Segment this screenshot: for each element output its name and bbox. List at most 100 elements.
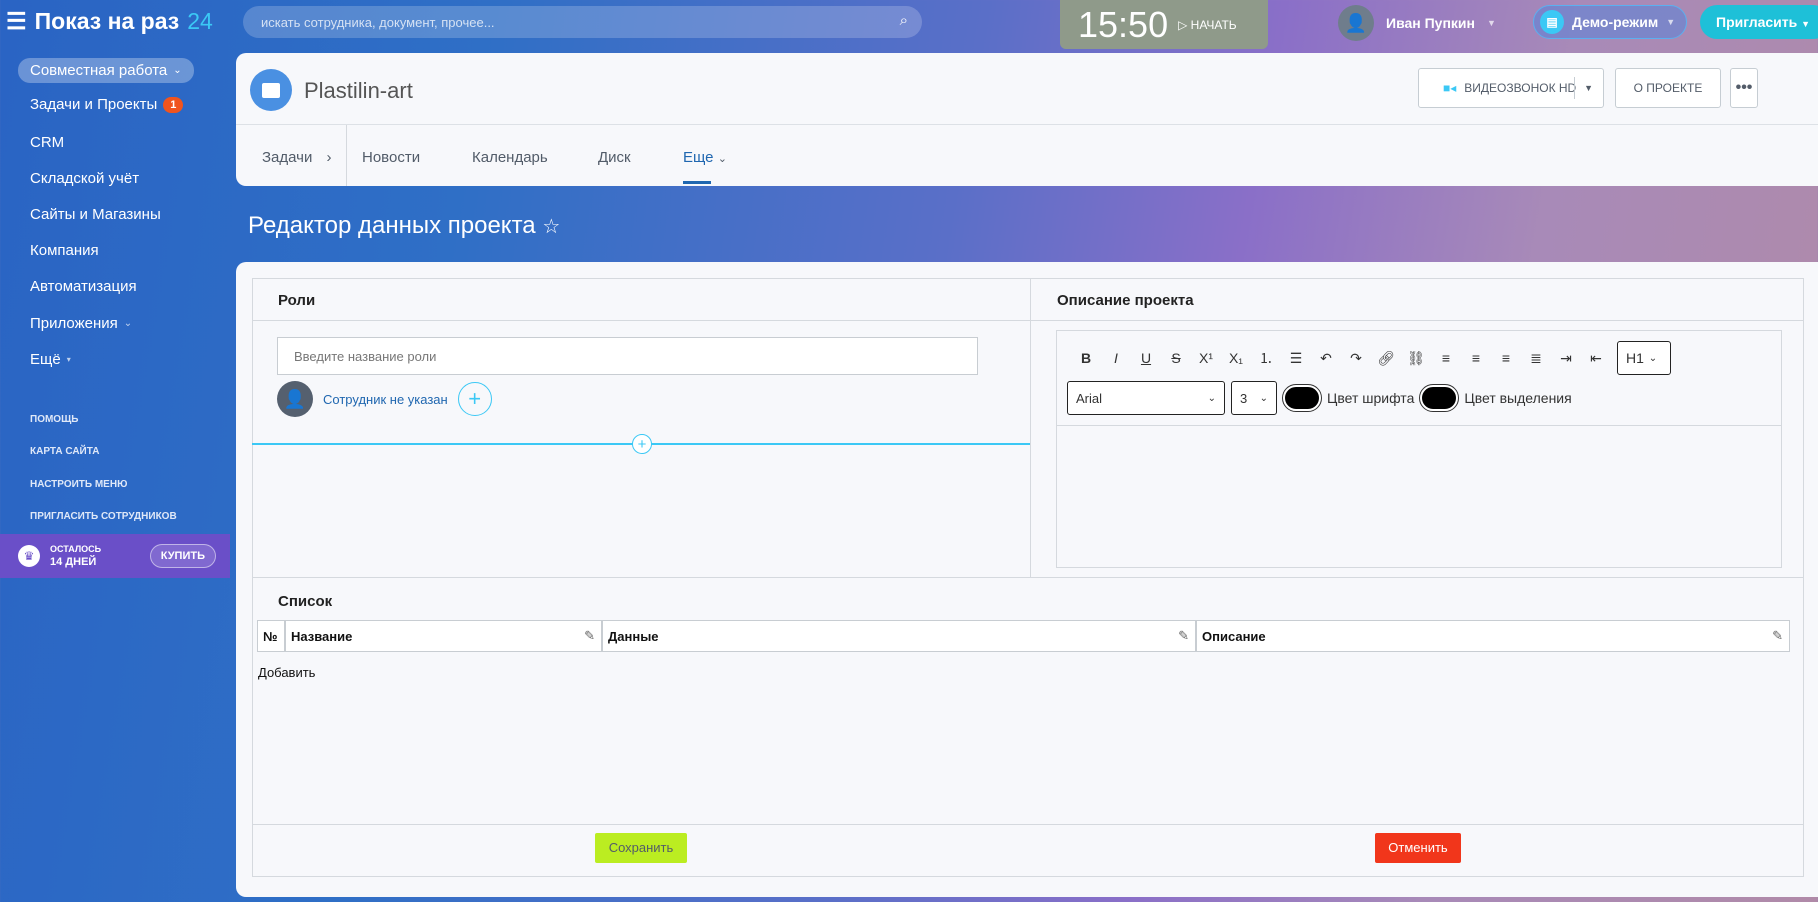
configure-menu-link[interactable]: НАСТРОИТЬ МЕНЮ [30, 479, 127, 490]
tab-tasks[interactable]: Задачи › [262, 149, 332, 166]
save-button[interactable]: Сохранить [595, 833, 687, 863]
tab-more[interactable]: Еще ⌄ [683, 149, 727, 166]
undo-icon[interactable]: ↶ [1311, 350, 1341, 367]
add-row-link[interactable]: Добавить [258, 665, 315, 680]
chevron-down-icon: ⌄ [1207, 392, 1216, 404]
size-select[interactable]: 3 ⌄ [1231, 381, 1277, 415]
strikethrough-icon[interactable]: S [1161, 350, 1191, 366]
justify-icon[interactable]: ≣ [1521, 350, 1551, 367]
demo-mode-button[interactable]: ▤ Демо-режим ▼ [1533, 5, 1687, 39]
highlight-color-label: Цвет выделения [1464, 390, 1572, 406]
sidebar-item-sites[interactable]: Сайты и Магазины [30, 206, 161, 223]
sidebar: Совместная работа ⌄ Задачи и Проекты 1 CRM… [0, 50, 230, 590]
employee-link[interactable]: Сотрудник не указан [323, 392, 448, 407]
tab-label: Задачи [262, 149, 313, 166]
highlight-color-picker[interactable] [1419, 384, 1460, 412]
person-icon: 👤 [277, 381, 313, 417]
italic-icon[interactable]: I [1101, 350, 1131, 366]
chevron-down-icon[interactable]: ▼ [1584, 83, 1593, 93]
sidebar-item-more[interactable]: Ещё ▾ [30, 351, 71, 368]
pencil-icon[interactable]: ✎ [1772, 628, 1783, 644]
unlink-icon[interactable]: ⛓︎ [1401, 350, 1431, 367]
underline-icon[interactable]: U [1131, 350, 1161, 366]
sidebar-item-label: Задачи и Проекты [30, 96, 158, 113]
search-input[interactable]: искать сотрудника, документ, прочее... ⌕ [243, 6, 922, 38]
indent-icon[interactable]: ⇥ [1551, 350, 1581, 367]
tab-calendar[interactable]: Календарь [472, 149, 548, 166]
add-role-icon[interactable]: + [632, 434, 652, 454]
unordered-list-icon[interactable]: ☰ [1281, 350, 1311, 367]
subscript-icon[interactable]: X₁ [1221, 350, 1251, 366]
user-name: Иван Пупкин [1386, 15, 1475, 31]
tab-disk[interactable]: Диск [598, 149, 631, 166]
project-header: Plastilin-art ■◂ ВИДЕОЗВОНОК HD ▼ О ПРОЕКТ… [236, 53, 1818, 186]
start-label: НАЧАТЬ [1190, 17, 1237, 32]
invite-employees-link[interactable]: ПРИГЛАСИТЬ СОТРУДНИКОВ [30, 511, 177, 522]
trial-label: ОСТАЛОСЬ [50, 544, 102, 554]
font-color-label: Цвет шрифта [1327, 390, 1415, 406]
count-badge: 1 [163, 96, 184, 113]
sidebar-item-apps[interactable]: Приложения ⌄ [30, 315, 132, 332]
sidebar-item-label: Компания [30, 242, 99, 259]
help-link[interactable]: ПОМОЩЬ [30, 414, 78, 425]
description-heading: Описание проекта [1057, 292, 1194, 309]
star-icon[interactable]: ☆ [542, 216, 560, 238]
chevron-down-icon: ▼ [1487, 18, 1496, 28]
invite-button[interactable]: Пригласить ▼ [1700, 5, 1818, 39]
link-icon[interactable]: 🔗︎ [1371, 350, 1401, 367]
sidebar-group[interactable]: Совместная работа ⌄ [18, 58, 194, 83]
pencil-icon[interactable]: ✎ [584, 628, 595, 644]
bold-icon[interactable]: B [1071, 350, 1101, 366]
outdent-icon[interactable]: ⇤ [1581, 350, 1611, 367]
clock-time: 15:50 [1078, 3, 1169, 45]
heading-select[interactable]: H1 ⌄ [1617, 341, 1671, 375]
menu-icon[interactable]: ☰ [6, 8, 27, 35]
column-header-number: № [257, 620, 285, 652]
ordered-list-icon[interactable]: ⒈ [1251, 348, 1281, 368]
sidebar-item-crm[interactable]: CRM [30, 134, 64, 151]
editor-toolbar: B I U S X¹ X₁ ⒈ ☰ ↶ ↷ 🔗︎ ⛓︎ ≡ ≡ ≡ ≣ ⇥ ⇤ H1 ⌄ [1071, 341, 1671, 375]
avatar: 👤 [1338, 5, 1374, 41]
superscript-icon[interactable]: X¹ [1191, 350, 1221, 366]
pencil-icon[interactable]: ✎ [1178, 628, 1189, 644]
sidebar-group-label: Совместная работа [30, 62, 168, 79]
column-header-description[interactable]: Описание ✎ [1196, 620, 1790, 652]
logo[interactable]: ☰ Показ на раз 24 [6, 8, 213, 35]
search-icon[interactable]: ⌕ [900, 12, 908, 29]
sidebar-item-automation[interactable]: Автоматизация [30, 278, 137, 295]
sidebar-item-company[interactable]: Компания [30, 242, 99, 259]
align-center-icon[interactable]: ≡ [1461, 350, 1491, 366]
column-label: № [263, 629, 278, 644]
tab-news[interactable]: Новости [362, 149, 420, 166]
sitemap-link[interactable]: КАРТА САЙТА [30, 446, 99, 457]
chevron-down-icon: ⌄ [1648, 352, 1658, 364]
buy-button[interactable]: КУПИТЬ [149, 544, 216, 568]
redo-icon[interactable]: ↷ [1341, 350, 1371, 367]
search-placeholder: искать сотрудника, документ, прочее... [261, 15, 495, 30]
presentation-icon: ▤ [1540, 10, 1564, 34]
video-call-button[interactable]: ■◂ ВИДЕОЗВОНОК HD ▼ [1418, 68, 1604, 108]
sidebar-item-label: Автоматизация [30, 278, 137, 295]
cancel-button[interactable]: Отменить [1375, 833, 1461, 863]
column-header-data[interactable]: Данные ✎ [602, 620, 1196, 652]
column-header-name[interactable]: Название ✎ [285, 620, 602, 652]
sidebar-item-warehouse[interactable]: Складской учёт [30, 170, 139, 187]
folder-icon [250, 69, 292, 111]
chevron-down-icon: ⌄ [1259, 392, 1268, 404]
sidebar-item-tasks[interactable]: Задачи и Проекты 1 [30, 96, 184, 113]
start-button[interactable]: ▷ НАЧАТЬ [1178, 18, 1237, 32]
add-employee-icon[interactable]: + [457, 382, 492, 416]
about-label: О ПРОЕКТЕ [1633, 81, 1703, 95]
sidebar-item-label: CRM [30, 134, 65, 151]
user-menu[interactable]: 👤 Иван Пупкин ▼ [1338, 5, 1496, 41]
more-icon[interactable]: ••• [1730, 68, 1758, 108]
editor-content[interactable] [1057, 425, 1781, 567]
about-project-button[interactable]: О ПРОЕКТЕ [1615, 68, 1721, 108]
font-color-picker[interactable] [1282, 384, 1322, 412]
align-right-icon[interactable]: ≡ [1491, 350, 1521, 366]
font-select[interactable]: Arial ⌄ [1067, 381, 1225, 415]
role-name-input[interactable]: Введите название роли [277, 337, 978, 375]
align-left-icon[interactable]: ≡ [1431, 350, 1461, 366]
rich-text-editor: B I U S X¹ X₁ ⒈ ☰ ↶ ↷ 🔗︎ ⛓︎ ≡ ≡ ≡ ≣ ⇥ ⇤ H1 ⌄ Arial ⌄ 3 ⌄ Цве… [1056, 330, 1782, 568]
logo-text: Показ на раз [34, 8, 180, 34]
